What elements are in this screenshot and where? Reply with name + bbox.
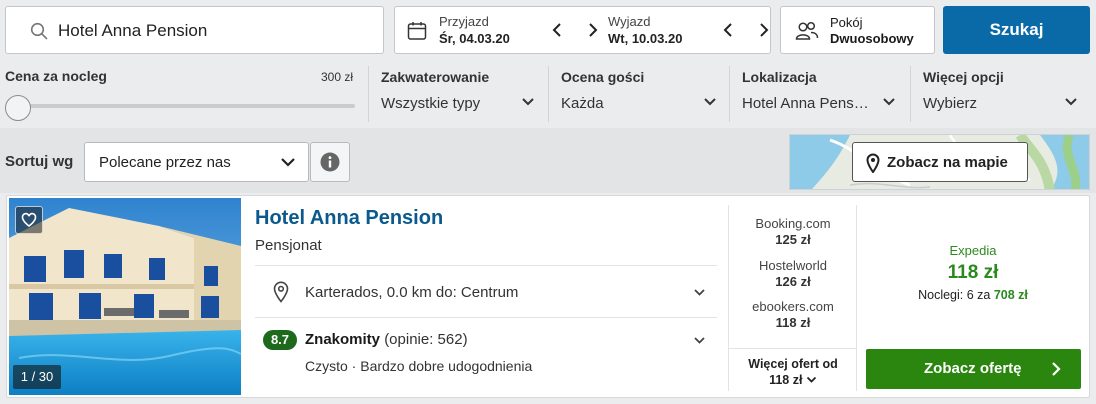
view-offer-button[interactable]: Zobacz ofertę <box>866 349 1081 389</box>
show-on-map-button[interactable]: Zobacz na mapie <box>852 142 1028 182</box>
filters-bar: Cena za nocleg 300 zł Zakwaterowanie Wsz… <box>0 66 1096 126</box>
filter-location[interactable]: Lokalizacja Hotel Anna Pens… <box>729 66 910 122</box>
stay-total-price: 708 zł <box>993 288 1028 302</box>
provider-price: 118 zł <box>775 315 811 330</box>
hotel-name[interactable]: Hotel Anna Pension <box>255 207 443 230</box>
chevron-left-icon[interactable] <box>723 22 733 38</box>
chevron-down-icon[interactable] <box>693 336 706 345</box>
provider-prices: Booking.com 125 zł Hostelworld 126 zł eb… <box>728 205 857 391</box>
room-selector[interactable]: Pokój Dwuosobowy <box>780 6 935 54</box>
hotel-type: Pensjonat <box>255 237 322 254</box>
checkout-label: Wyjazd <box>608 14 651 29</box>
filter-rating[interactable]: Ocena gości Każda <box>548 66 729 122</box>
price-slider-track[interactable] <box>15 104 355 108</box>
best-offer: Expedia 118 zł Noclegi: 6 za 708 zł Zoba… <box>857 196 1089 397</box>
checkout-value: Wt, 10.03.20 <box>608 31 683 46</box>
chevron-down-icon <box>1065 98 1077 106</box>
chevron-down-icon <box>806 376 817 383</box>
provider-item[interactable]: ebookers.com 118 zł <box>729 299 857 331</box>
favorite-button[interactable] <box>15 206 43 234</box>
hotel-card[interactable]: 1 / 30 Hotel Anna Pension Pensjonat Kart… <box>6 195 1090 398</box>
checkout-field[interactable]: Wyjazd Wt, 10.03.20 <box>608 14 682 47</box>
filter-title: Lokalizacja <box>742 69 817 85</box>
chevron-right-icon[interactable] <box>759 22 769 38</box>
location-pin-icon <box>273 281 289 303</box>
provider-item[interactable]: Hostelworld 126 zł <box>729 258 857 290</box>
divider <box>255 317 717 318</box>
chevron-down-icon[interactable] <box>693 288 706 297</box>
provider-price: 125 zł <box>775 232 811 247</box>
filter-value: Wybierz <box>923 95 978 112</box>
price-max: 300 zł <box>320 70 353 84</box>
price-label: Cena za nocleg <box>5 68 107 84</box>
rating-summary[interactable]: Znakomity (opinie: 562) <box>305 331 468 348</box>
date-picker[interactable]: Przyjazd Śr, 04.03.20 Wyjazd Wt, 10.03.2… <box>394 6 771 54</box>
filter-accommodation[interactable]: Zakwaterowanie Wszystkie typy <box>368 66 548 122</box>
rating-word: Znakomity <box>305 331 381 348</box>
stay-total: Noclegi: 6 za 708 zł <box>857 288 1089 302</box>
hotel-photo[interactable]: 1 / 30 <box>9 198 241 395</box>
sort-value: Polecane przez nas <box>99 154 231 171</box>
guests-icon <box>795 21 819 40</box>
filter-value: Każda <box>561 95 604 112</box>
search-input[interactable]: Hotel Anna Pension <box>5 6 384 54</box>
chevron-right-icon[interactable] <box>588 22 598 38</box>
sort-info-button[interactable] <box>310 142 350 182</box>
search-value: Hotel Anna Pension <box>58 21 208 40</box>
checkout-arrows[interactable] <box>723 22 769 43</box>
map-pin-icon <box>866 153 880 173</box>
chevron-down-icon <box>522 98 534 106</box>
calendar-icon <box>407 22 427 40</box>
review-count: (opinie: 562) <box>384 331 468 348</box>
room-value: Dwuosobowy <box>830 31 914 46</box>
search-icon <box>30 22 48 40</box>
view-offer-label: Zobacz ofertę <box>924 360 1022 377</box>
price-filter: Cena za nocleg 300 zł <box>5 68 355 121</box>
chevron-down-icon <box>883 98 895 106</box>
filter-value: Wszystkie typy <box>381 95 481 112</box>
more-offers-price: 118 zł <box>769 373 803 387</box>
chevron-down-icon <box>704 98 716 106</box>
divider <box>255 265 717 266</box>
checkin-arrows[interactable] <box>552 22 598 43</box>
filter-more[interactable]: Więcej opcji Wybierz <box>910 66 1090 122</box>
rating-score-badge: 8.7 <box>263 330 297 350</box>
best-offer-price: 118 zł <box>947 262 999 283</box>
chevron-down-icon <box>281 158 295 167</box>
chevron-left-icon[interactable] <box>552 22 562 38</box>
filter-title: Ocena gości <box>561 69 645 85</box>
provider-price: 126 zł <box>775 274 811 289</box>
filter-title: Zakwaterowanie <box>381 69 490 85</box>
checkin-value: Śr, 04.03.20 <box>439 31 510 46</box>
sort-select[interactable]: Polecane przez nas <box>84 142 309 182</box>
more-offers-label: Więcej ofert od <box>748 357 838 371</box>
stay-total-label: Noclegi: 6 za <box>918 288 991 302</box>
more-offers-button[interactable]: Więcej ofert od 118 zł <box>729 348 857 388</box>
provider-item[interactable]: Booking.com 125 zł <box>729 216 857 248</box>
chevron-right-icon <box>1052 362 1061 376</box>
search-button[interactable]: Szukaj <box>943 6 1090 54</box>
provider-name: ebookers.com <box>752 299 834 314</box>
search-header: Hotel Anna Pension Przyjazd Śr, 04.03.20… <box>0 0 1096 128</box>
best-offer-site: Expedia <box>949 243 997 258</box>
rating-highlights: Czysto · Bardzo dobre udogodnienia <box>305 358 533 374</box>
info-icon <box>320 152 340 172</box>
heart-icon <box>21 212 37 227</box>
filter-title: Więcej opcji <box>923 69 1004 85</box>
photo-counter: 1 / 30 <box>13 365 61 389</box>
more-offers-price-row: 118 zł <box>729 372 857 388</box>
checkin-field[interactable]: Przyjazd Śr, 04.03.20 <box>439 14 510 47</box>
hotel-info: Hotel Anna Pension Pensjonat Karterados,… <box>255 196 717 397</box>
sort-label: Sortuj wg <box>5 153 74 170</box>
hotel-location[interactable]: Karterados, 0.0 km do: Centrum <box>305 284 518 301</box>
provider-name: Booking.com <box>755 216 831 231</box>
price-slider-handle[interactable] <box>5 95 31 121</box>
room-label: Pokój <box>830 15 863 30</box>
checkin-label: Przyjazd <box>439 14 489 29</box>
provider-name: Hostelworld <box>759 258 827 273</box>
filter-value: Hotel Anna Pens… <box>742 95 869 112</box>
map-button-label: Zobacz na mapie <box>887 154 1008 171</box>
